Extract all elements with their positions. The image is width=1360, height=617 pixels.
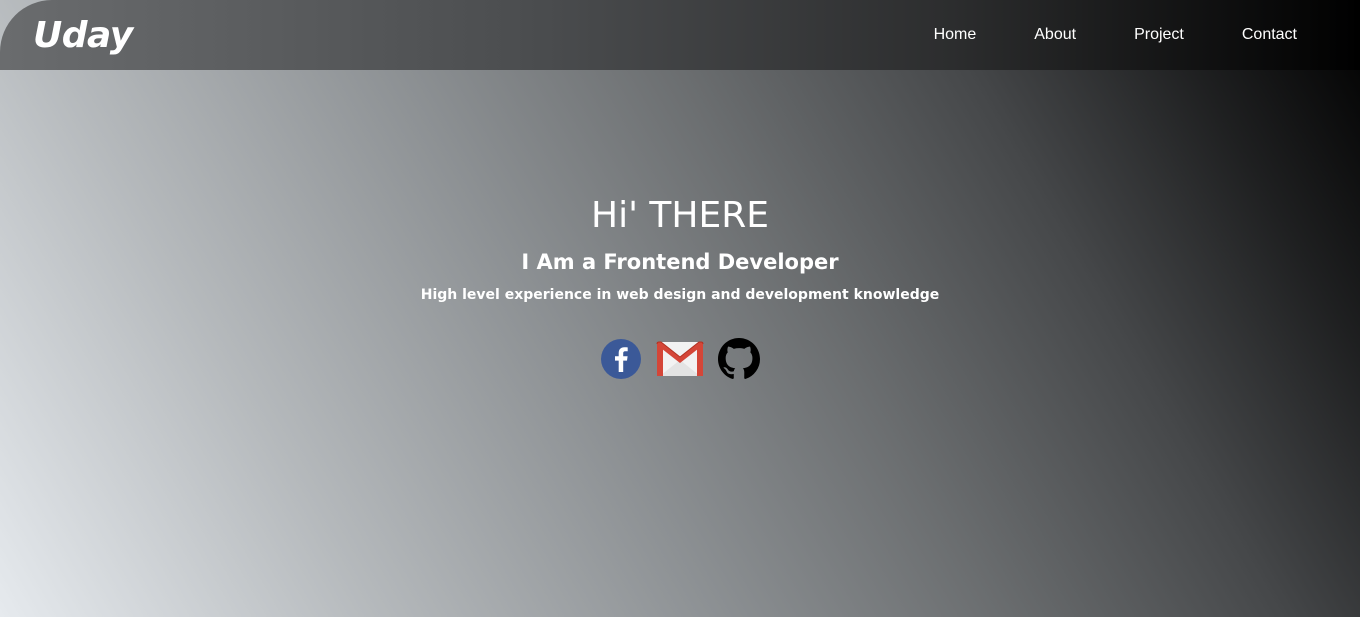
github-icon — [718, 338, 760, 379]
hero-title: Hi' THERE — [591, 195, 769, 236]
facebook-link[interactable] — [600, 338, 642, 380]
nav-links: Home About Project Contact — [876, 0, 1297, 70]
gmail-link[interactable] — [655, 338, 705, 380]
hero-description: High level experience in web design and … — [420, 287, 940, 303]
hero-subtitle: I Am a Frontend Developer — [521, 250, 839, 274]
site-logo[interactable]: Uday — [33, 14, 133, 58]
gmail-icon — [656, 341, 704, 376]
github-link[interactable] — [718, 338, 760, 380]
nav-home-link[interactable]: Home — [934, 26, 977, 44]
nav-contact-link[interactable]: Contact — [1242, 26, 1297, 44]
nav-about-link[interactable]: About — [1034, 26, 1076, 44]
navbar: Uday Home About Project Contact — [0, 0, 1360, 70]
hero-section: Hi' THERE I Am a Frontend Developer High… — [0, 190, 1360, 306]
nav-project-link[interactable]: Project — [1134, 26, 1184, 44]
social-links — [0, 338, 1360, 380]
facebook-icon — [601, 339, 641, 379]
